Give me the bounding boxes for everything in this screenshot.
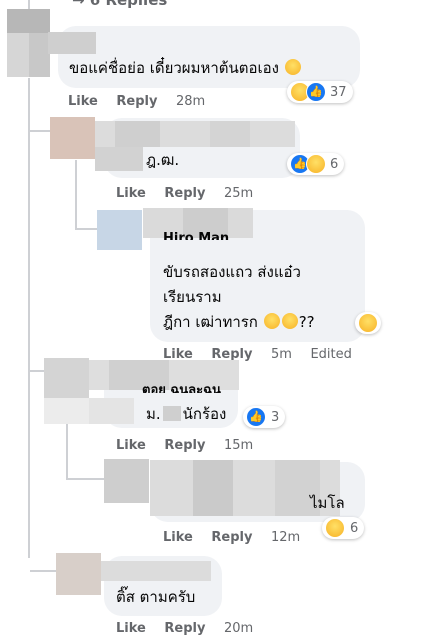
- author-name-partial[interactable]: Hiro Man: [163, 232, 229, 240]
- avatar[interactable]: [44, 358, 89, 424]
- name-redacted: [162, 406, 181, 421]
- comment-actions: Like Reply 28m: [68, 94, 219, 109]
- author-name-redacted[interactable]: [48, 32, 96, 54]
- reaction-count: 3: [271, 409, 280, 425]
- timestamp[interactable]: 12m: [271, 530, 300, 545]
- timestamp[interactable]: 5m: [271, 347, 292, 362]
- thinking-emoji-icon: [263, 313, 280, 329]
- comment-text-prefix: ม.: [146, 405, 161, 423]
- timestamp[interactable]: 20m: [224, 621, 253, 636]
- reply-action[interactable]: Reply: [164, 438, 205, 453]
- reaction-summary[interactable]: [355, 312, 381, 334]
- avatar[interactable]: [104, 459, 149, 503]
- reaction-summary[interactable]: 6: [322, 517, 365, 539]
- thinking-emoji-icon: [281, 313, 298, 329]
- like-reaction-icon: 👍: [306, 82, 326, 102]
- avatar[interactable]: [97, 210, 142, 250]
- thread-connector: [30, 570, 56, 572]
- thread-line: [75, 160, 77, 230]
- comment-text-content: ฎ.ฒ.: [146, 151, 180, 169]
- like-action[interactable]: Like: [116, 186, 146, 201]
- reaction-count: 37: [330, 84, 347, 100]
- avatar[interactable]: [7, 9, 50, 77]
- author-name-redacted: [95, 147, 143, 171]
- avatar[interactable]: [50, 117, 95, 159]
- haha-reaction-icon: [306, 154, 326, 174]
- avatar[interactable]: [56, 553, 101, 595]
- like-action[interactable]: Like: [68, 94, 98, 109]
- comment-text-line: ฎีกา เฒ่าทารก ??: [163, 312, 315, 333]
- comment-text-content: ติ๊ส ตามครับ: [116, 588, 196, 606]
- edited-label[interactable]: Edited: [310, 347, 351, 362]
- comment-text: ม. นักร้อง: [146, 404, 226, 425]
- thread-line: [28, 78, 30, 558]
- wow-reaction-icon: [358, 313, 378, 333]
- author-name-partial[interactable]: ตอย ฉุนละฉุน: [142, 384, 221, 393]
- comment-text: ขอแค่ชื่อย่อ เดี๋ยวผมหาต้นตอเอง: [69, 58, 302, 79]
- comment-text-suffix: ??: [298, 313, 315, 331]
- reply-action[interactable]: Reply: [116, 94, 157, 109]
- comment-text-content: ไมโล: [310, 494, 345, 512]
- reaction-summary[interactable]: 👍 3: [243, 406, 286, 428]
- like-action[interactable]: Like: [116, 438, 146, 453]
- comment-actions: Like Reply 25m: [116, 186, 267, 201]
- comment-text-content: ขอแค่ชื่อย่อ เดี๋ยวผมหาต้นตอเอง: [69, 59, 279, 77]
- author-name-redacted[interactable]: [95, 121, 295, 147]
- reaction-count: 6: [330, 156, 339, 172]
- laughing-emoji-icon: [284, 59, 301, 75]
- thread-connector: [30, 130, 50, 132]
- reply-action[interactable]: Reply: [164, 186, 205, 201]
- comment-text: ติ๊ส ตามครับ: [116, 587, 195, 608]
- thread-connector: [77, 228, 97, 230]
- like-action[interactable]: Like: [116, 621, 146, 636]
- reaction-summary[interactable]: 👍 37: [287, 81, 353, 103]
- haha-reaction-icon: [325, 518, 345, 538]
- reaction-count: 6: [350, 520, 359, 536]
- reaction-summary[interactable]: 👍 6: [287, 153, 345, 175]
- text-redacted: [89, 398, 134, 424]
- comment-text-content: นักร้อง: [182, 405, 227, 423]
- reply-action[interactable]: Reply: [211, 530, 252, 545]
- reply-action[interactable]: Reply: [164, 621, 205, 636]
- timestamp[interactable]: 25m: [224, 186, 253, 201]
- comment-actions: Like Reply 12m: [163, 530, 314, 545]
- comment-actions: Like Reply 20m: [116, 621, 267, 636]
- comment-text: ฎ.ฒ.: [146, 150, 179, 171]
- comment-actions: Like Reply 15m: [116, 438, 267, 453]
- comment-text-line: ขับรถสองแถว ส่งแอ๋ว: [163, 263, 301, 281]
- view-replies-link[interactable]: → 6 Replies: [72, 0, 167, 9]
- thread-connector: [68, 478, 104, 480]
- timestamp[interactable]: 15m: [224, 438, 253, 453]
- like-reaction-icon: 👍: [246, 407, 266, 427]
- comment-text-content: ฎีกา เฒ่าทารก: [163, 313, 258, 331]
- author-name-redacted[interactable]: [101, 561, 211, 581]
- timestamp[interactable]: 28m: [176, 94, 205, 109]
- like-action[interactable]: Like: [163, 530, 193, 545]
- comment-text: ไมโล: [310, 493, 345, 514]
- comment-text-line: เรียนราม: [163, 288, 222, 306]
